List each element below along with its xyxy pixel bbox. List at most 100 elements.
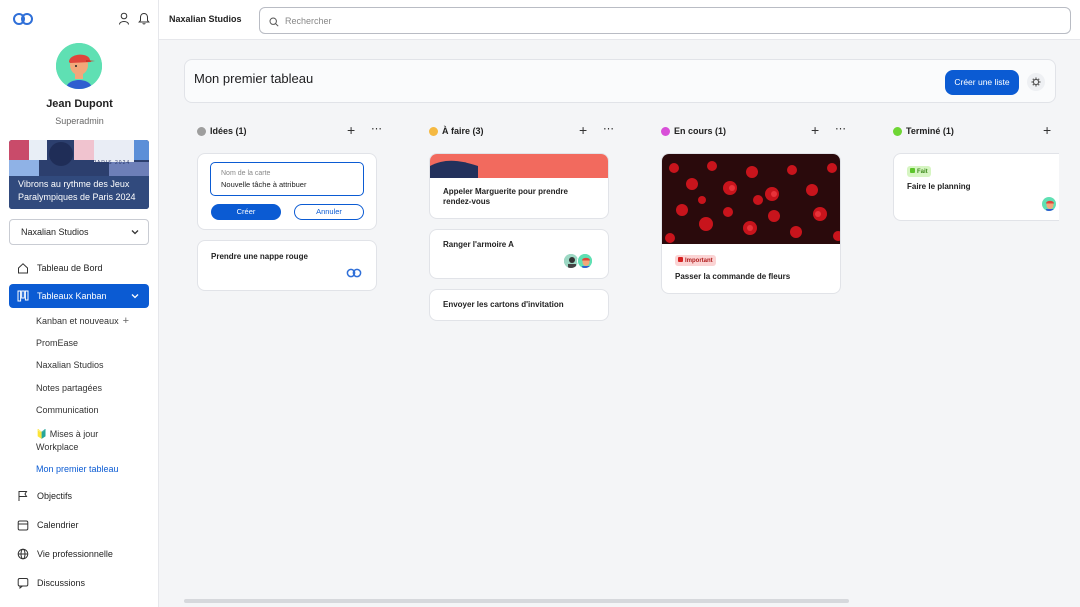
avatar — [1041, 196, 1057, 212]
sidebar-board-label: 🔰 Mises à jour — [36, 429, 99, 439]
bell-icon[interactable] — [138, 12, 150, 25]
card-name-input[interactable]: Nom de la carte Nouvelle tâche à attribu… — [210, 162, 364, 196]
sidebar-top-icons — [118, 12, 150, 25]
organization-select-value: Naxalian Studios — [21, 227, 89, 237]
kanban-card[interactable]: Important Passer la commande de fleurs — [661, 153, 841, 294]
flag-icon — [18, 491, 28, 501]
sidebar-board-label: Workplace — [36, 442, 79, 452]
column-title: En cours (1) — [674, 126, 727, 136]
sidebar-board-communication[interactable]: Communication — [36, 405, 99, 415]
column-title: Terminé (1) — [906, 126, 954, 136]
add-card-icon[interactable]: + — [1043, 122, 1051, 138]
nav-professional-life-label: Vie professionnelle — [37, 549, 113, 559]
promo-banner[interactable]: PARIS 2024 Vibrons au rythme des Jeux Pa… — [9, 140, 149, 209]
chat-icon — [17, 578, 29, 589]
column-header-todo: À faire (3) — [429, 124, 484, 138]
status-badge-label: Fait — [917, 169, 928, 175]
nav-kanban[interactable]: Tableaux Kanban — [9, 284, 149, 308]
kanban-icon — [17, 290, 29, 302]
column-color-dot — [661, 126, 670, 136]
cancel-card-button[interactable]: Annuler — [294, 204, 364, 220]
gear-icon — [1031, 77, 1041, 87]
sidebar-board-label: Kanban et nouveaux — [36, 316, 119, 326]
create-card-button[interactable]: Créer — [211, 204, 281, 220]
add-card-icon[interactable]: + — [811, 122, 819, 138]
card-name-placeholder: Nom de la carte — [221, 170, 271, 177]
card-title: Prendre une nappe rouge — [211, 252, 308, 261]
top-bar: Naxalian Studios — [159, 0, 1080, 40]
user-avatar[interactable] — [56, 43, 102, 89]
sidebar-board-naxalian-studios[interactable]: Naxalian Studios — [36, 360, 104, 370]
column-color-dot — [429, 126, 438, 136]
sidebar-board-kanban-et-nouveaux[interactable]: Kanban et nouveaux + — [36, 315, 129, 327]
nav-discussions-label: Discussions — [37, 578, 86, 588]
column-color-dot — [893, 126, 902, 136]
kanban-card[interactable]: Envoyer les cartons d'invitation — [429, 289, 609, 321]
kanban-card[interactable]: Prendre une nappe rouge — [197, 240, 377, 291]
priority-badge-label: Important — [685, 258, 713, 264]
sidebar: Jean Dupont Superadmin PARIS 2024 Vibron… — [0, 0, 159, 607]
home-icon — [18, 263, 28, 274]
add-card-icon[interactable]: + — [579, 122, 587, 138]
user-role: Superadmin — [55, 116, 104, 126]
calendar-icon — [17, 520, 29, 531]
user-name: Jean Dupont — [46, 98, 113, 110]
column-title: À faire (3) — [442, 126, 484, 136]
add-card-icon[interactable]: + — [347, 122, 355, 138]
column-title: Idées (1) — [210, 126, 247, 136]
nav-objectives-label: Objectifs — [37, 491, 73, 501]
sidebar-board-notes-partagees[interactable]: Notes partagées — [36, 383, 102, 393]
column-header-in-progress: En cours (1) — [661, 124, 726, 138]
nav-professional-life[interactable]: Vie professionnelle — [9, 543, 149, 565]
app-logo-icon — [346, 268, 362, 278]
nav-dashboard[interactable]: Tableau de Bord — [9, 257, 149, 279]
organization-select[interactable]: Naxalian Studios — [9, 219, 149, 245]
more-icon[interactable]: ⋯ — [835, 122, 846, 135]
search-bar[interactable] — [259, 7, 1071, 34]
new-card-form: Nom de la carte Nouvelle tâche à attribu… — [197, 153, 377, 230]
kanban-card[interactable]: Appeler Marguerite pour prendre rendez-v… — [429, 153, 609, 219]
board-header: Mon premier tableau Créer une liste — [184, 59, 1056, 103]
nav-discussions[interactable]: Discussions — [9, 572, 149, 594]
search-icon — [269, 17, 279, 27]
nav-dashboard-label: Tableau de Bord — [37, 263, 103, 273]
more-icon[interactable]: ⋯ — [371, 122, 382, 135]
board-title: Mon premier tableau — [194, 71, 314, 86]
avatar — [577, 253, 593, 269]
user-icon[interactable] — [118, 12, 130, 25]
card-title: Faire le planning — [907, 182, 971, 191]
card-title: Envoyer les cartons d'invitation — [443, 300, 564, 309]
nav-calendar-label: Calendrier — [37, 520, 79, 530]
sidebar-board-mises-a-jour[interactable]: 🔰 Mises à jour Workplace — [36, 428, 98, 454]
chevron-down-icon — [131, 230, 139, 235]
nav-kanban-label: Tableaux Kanban — [37, 291, 107, 301]
column-header-done: Terminé (1) — [893, 124, 954, 138]
workspace-name: Naxalian Studios — [169, 14, 242, 24]
chevron-down-icon — [131, 294, 139, 299]
sidebar-board-promease[interactable]: PromEase — [36, 338, 78, 348]
banner-tag: PARIS 2024 — [93, 160, 131, 166]
banner-text: Vibrons au rythme des Jeux Paralympiques… — [18, 179, 136, 202]
sidebar-board-mon-premier-tableau[interactable]: Mon premier tableau — [36, 464, 119, 474]
status-badge: Fait — [907, 166, 931, 177]
kanban-card[interactable]: Fait Faire le planning — [893, 153, 1059, 221]
horizontal-scrollbar[interactable] — [184, 599, 849, 603]
priority-badge: Important — [675, 255, 716, 266]
add-icon[interactable]: + — [123, 315, 129, 327]
column-header-ideas: Idées (1) — [197, 124, 247, 138]
kanban-card[interactable]: Ranger l'armoire A — [429, 229, 609, 279]
board-settings-button[interactable] — [1027, 73, 1045, 91]
nav-objectives[interactable]: Objectifs — [9, 485, 149, 507]
globe-icon — [17, 548, 29, 560]
card-cover-image — [430, 154, 608, 178]
search-input[interactable] — [285, 13, 1055, 29]
card-title: Ranger l'armoire A — [443, 240, 514, 249]
card-name-value: Nouvelle tâche à attribuer — [221, 180, 307, 189]
column-color-dot — [197, 126, 206, 136]
card-title: Appeler Marguerite pour prendre rendez-v… — [443, 187, 568, 206]
app-logo-icon[interactable] — [12, 12, 34, 26]
more-icon[interactable]: ⋯ — [603, 122, 614, 135]
create-list-button[interactable]: Créer une liste — [945, 70, 1019, 95]
card-cover-image — [662, 154, 840, 244]
nav-calendar[interactable]: Calendrier — [9, 514, 149, 536]
